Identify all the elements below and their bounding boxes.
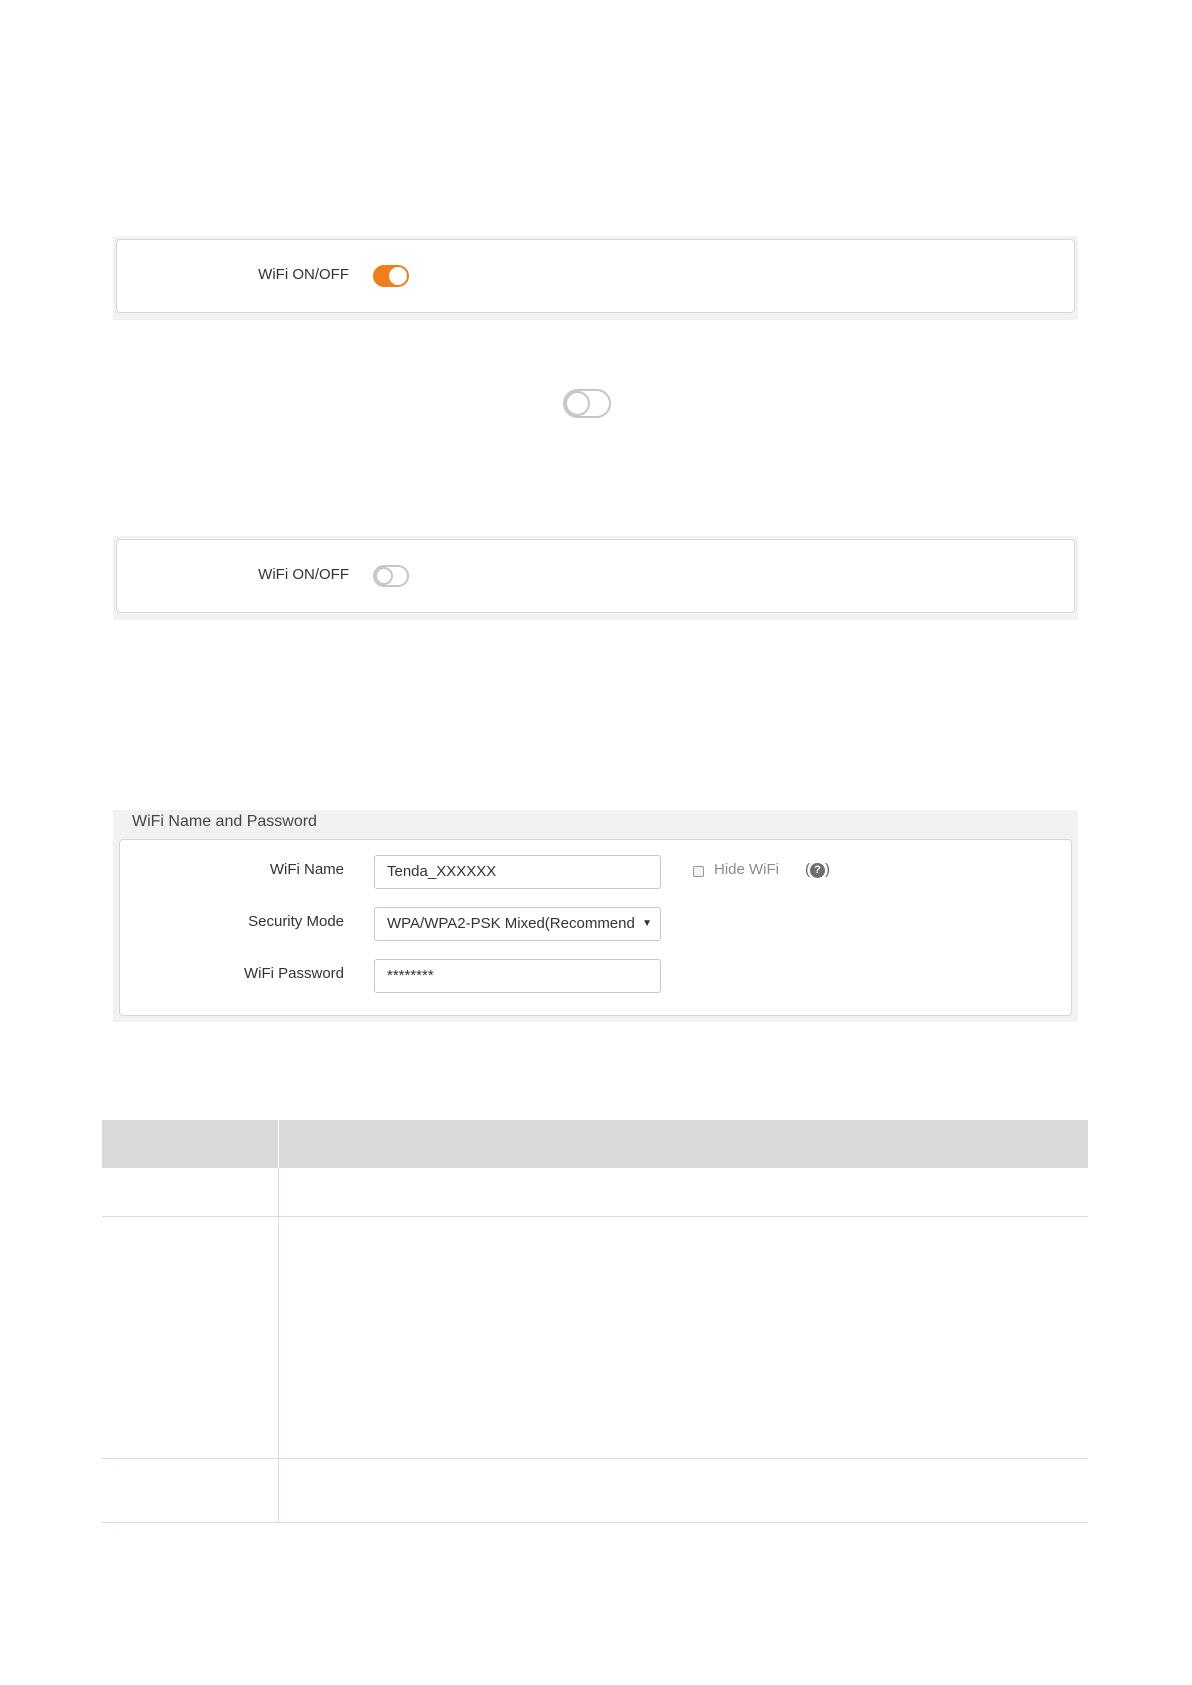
table-column-divider	[278, 1168, 279, 1523]
table-header	[102, 1120, 1088, 1168]
wifi-off-panel-frame: WiFi ON/OFF	[113, 536, 1078, 620]
hide-wifi-label: Hide WiFi	[714, 861, 780, 878]
table-row-divider	[102, 1216, 1088, 1217]
wifi-settings-panel-frame: WiFi Name and Password WiFi Name Tenda_X…	[113, 810, 1078, 1022]
table-row-divider	[102, 1522, 1088, 1523]
section-title: WiFi Name and Password	[132, 813, 317, 830]
help-paren-close: )	[825, 861, 830, 878]
question-icon: ?	[810, 863, 825, 878]
wifi-settings-panel: WiFi Name Tenda_XXXXXX Hide WiFi (?) Sec…	[119, 839, 1072, 1016]
toggle-knob	[389, 267, 407, 285]
help-button[interactable]: (?)	[805, 861, 830, 878]
wifi-off-panel: WiFi ON/OFF	[116, 539, 1075, 613]
wifi-on-off-label: WiFi ON/OFF	[258, 266, 349, 283]
chevron-down-icon: ▼	[642, 918, 652, 929]
security-mode-select[interactable]: WPA/WPA2-PSK Mixed(Recommend ▼	[374, 907, 661, 941]
wifi-name-label: WiFi Name	[269, 861, 344, 878]
wifi-password-input[interactable]: ********	[374, 959, 661, 993]
wifi-name-input[interactable]: Tenda_XXXXXX	[374, 855, 661, 889]
hide-wifi-checkbox[interactable]	[693, 866, 704, 877]
security-mode-value: WPA/WPA2-PSK Mixed(Recommend	[387, 915, 635, 932]
security-mode-label: Security Mode	[248, 913, 344, 930]
wifi-on-off-label: WiFi ON/OFF	[258, 566, 349, 583]
table-row-divider	[102, 1458, 1088, 1459]
toggle-knob	[565, 391, 590, 416]
wifi-toggle-on[interactable]	[373, 265, 409, 287]
table-column-divider	[278, 1120, 279, 1168]
toggle-off-icon	[563, 389, 611, 418]
toggle-knob	[375, 567, 393, 585]
wifi-password-label: WiFi Password	[243, 965, 344, 982]
wifi-on-panel: WiFi ON/OFF	[116, 239, 1075, 313]
wifi-on-panel-frame: WiFi ON/OFF	[113, 236, 1078, 320]
wifi-toggle-off[interactable]	[373, 565, 409, 587]
